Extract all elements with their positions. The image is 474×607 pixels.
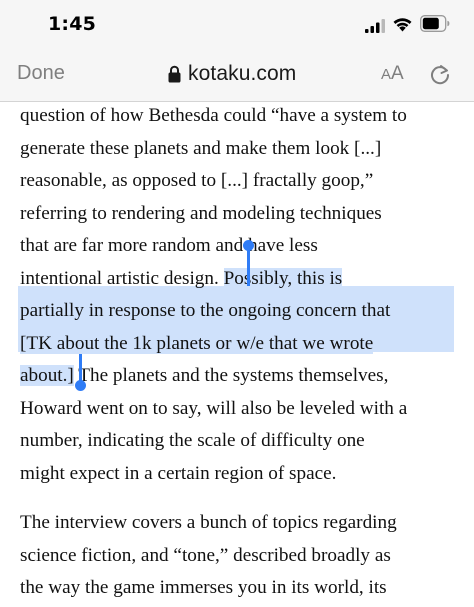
text-line: intentional artistic design. Possibly, t… — [20, 263, 460, 296]
text-line: reasonable, as opposed to [...] fractall… — [20, 170, 374, 191]
article-paragraph: question of how Bethesda could “have a s… — [20, 100, 460, 490]
text-line: that are far more random and have less — [20, 235, 318, 256]
wifi-icon — [393, 18, 412, 32]
url-text: kotaku.com — [188, 62, 297, 85]
article-paragraph: The interview covers a bunch of topics r… — [20, 507, 460, 605]
selection-end-handle[interactable] — [75, 380, 86, 391]
text-line: [TK about the 1k planets or w/e that we … — [20, 328, 460, 361]
done-button[interactable]: Done — [17, 62, 65, 85]
text-line: about.] The planets and the systems them… — [20, 360, 460, 393]
text-size-button[interactable]: AA — [381, 63, 404, 85]
text-size-large-a: A — [391, 63, 404, 84]
text-line: referring to rendering and modeling tech… — [20, 202, 382, 224]
address-bar[interactable]: kotaku.com — [168, 61, 296, 87]
cellular-signal-icon — [365, 19, 385, 33]
text-line: generate these planets and make them loo… — [20, 137, 382, 159]
plain-text: The planets and the systems themselves, — [73, 365, 389, 386]
text-line: might expect in a certain region of spac… — [20, 462, 337, 484]
text-line: number, indicating the scale of difficul… — [20, 430, 365, 451]
browser-toolbar: Done kotaku.com AA — [0, 50, 474, 102]
selected-text[interactable]: partially in response to the ongoing con… — [20, 300, 391, 321]
battery-icon — [420, 15, 450, 32]
article-body[interactable]: question of how Bethesda could “have a s… — [20, 100, 460, 607]
selected-text[interactable]: Possibly, this is — [223, 267, 343, 289]
text-line: Howard went on to say, will also be leve… — [20, 397, 408, 419]
text-size-small-a: A — [381, 66, 392, 83]
text-line: partially in response to the ongoing con… — [20, 295, 460, 328]
reload-icon[interactable] — [428, 63, 452, 87]
text-line: science fiction, and “tone,” described b… — [20, 544, 391, 566]
text-line: the way the game immerses you in its wor… — [20, 577, 387, 598]
selected-text[interactable]: about.] — [20, 365, 74, 386]
status-bar: 1:45 — [0, 0, 474, 50]
lock-icon — [168, 65, 181, 83]
selection-start-caret[interactable] — [247, 250, 250, 286]
selected-text[interactable]: [TK about the 1k planets or w/e that we … — [20, 332, 374, 354]
text-line: The interview covers a bunch of topics r… — [20, 512, 397, 533]
text-line: question of how Bethesda could “have a s… — [20, 105, 407, 126]
plain-text: intentional artistic design. — [20, 267, 224, 289]
status-time: 1:45 — [48, 13, 97, 35]
